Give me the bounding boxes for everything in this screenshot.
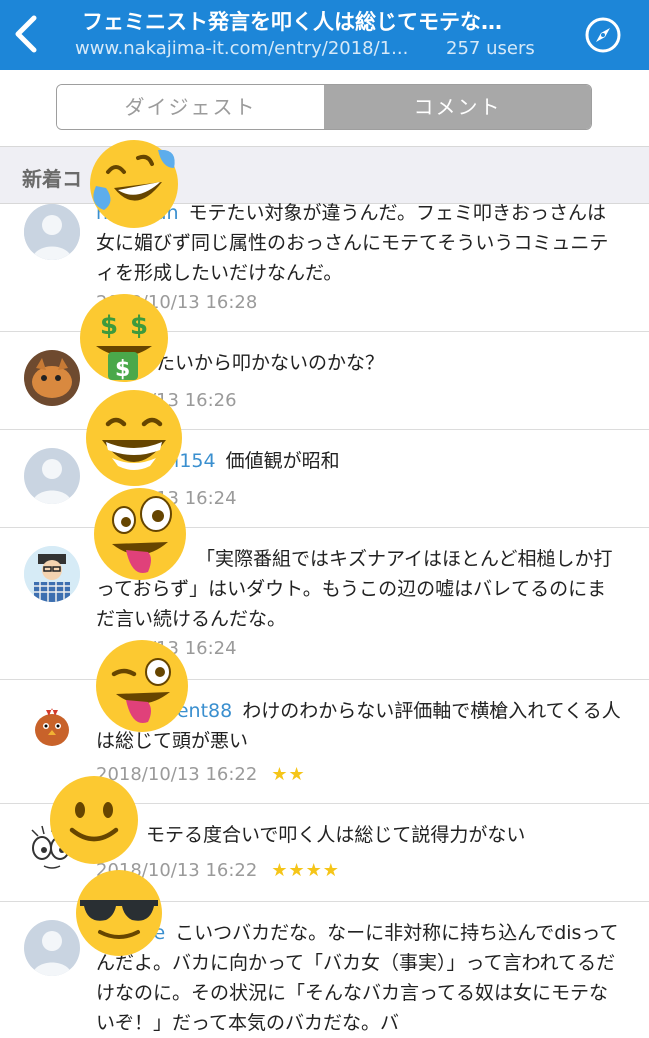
comment-text: こいつバカだな。なーに非対称に持ち込んでdisってんだよ。バカに向かって「バカ女… (96, 922, 619, 1034)
comment-body: モテる度合いで叩く人は総じて説得力がない (96, 820, 624, 850)
nav-header: フェミニスト発言を叩く人は総じてモテな… www.nakajima-it.com… (0, 0, 649, 70)
tab-comment[interactable]: コメント (324, 85, 591, 129)
zany-emoji (92, 486, 188, 586)
compass-icon[interactable] (584, 16, 622, 54)
page-url: www.nakajima-it.com/entry/2018/1... (75, 38, 409, 59)
svg-text:$: $ (130, 311, 148, 341)
wink-tongue-emoji (94, 638, 190, 738)
rofl-emoji (88, 138, 180, 234)
tab-digest[interactable]: ダイジェスト (57, 85, 324, 129)
avatar[interactable] (24, 204, 80, 260)
avatar[interactable] (24, 448, 80, 504)
money-mouth-emoji: $ $ $ (78, 292, 170, 388)
comment-body: nモテたいから叩かないのかな？ (96, 348, 624, 378)
page-title: フェミニスト発言を叩く人は総じてモテな… (82, 10, 502, 34)
segmented-control: ダイジェスト コメント (56, 84, 592, 130)
sunglasses-emoji (74, 868, 164, 962)
comment-text: モテる度合いで叩く人は総じて説得力がない (146, 824, 526, 846)
segment-bar: ダイジェスト コメント (0, 70, 649, 146)
avatar[interactable] (24, 350, 80, 406)
star-rating: ★★ (271, 764, 306, 785)
comment-text: 価値観が昭和 (225, 450, 340, 472)
avatar[interactable] (24, 920, 80, 976)
user-count: 257 users (446, 38, 535, 59)
svg-text:$: $ (115, 357, 130, 382)
back-chevron-icon[interactable] (12, 12, 52, 56)
grin-emoji (84, 388, 184, 492)
svg-text:$: $ (100, 311, 118, 341)
avatar[interactable] (24, 698, 80, 754)
smile-emoji (48, 774, 140, 870)
comment-body: teこいつバカだな。なーに非対称に持ち込んでdisってんだよ。バカに向かって「バ… (96, 918, 624, 1038)
star-rating: ★★★★ (271, 860, 340, 881)
avatar[interactable] (24, 546, 80, 602)
section-title: 新着コ (22, 167, 82, 191)
